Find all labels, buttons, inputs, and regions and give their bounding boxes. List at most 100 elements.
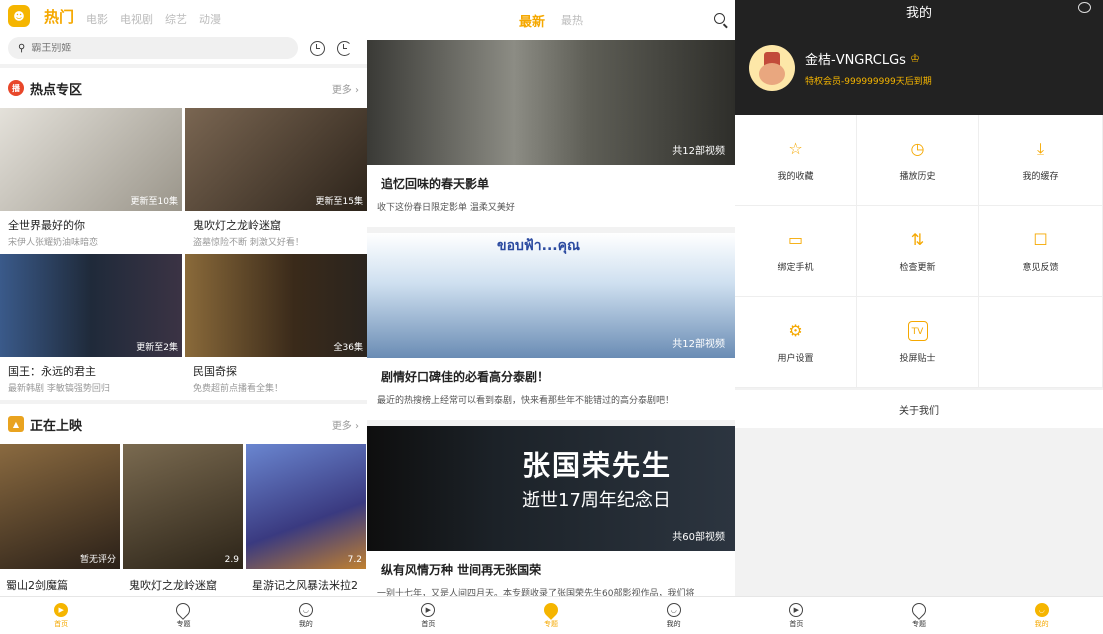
bottom-nav: ▶ 首页 专题 ◡ 我的	[735, 596, 1103, 634]
banner-subline: 逝世17周年纪念日	[522, 490, 671, 511]
about-us-label: 关于我们	[899, 405, 939, 417]
feedback-icon: ☐	[1033, 229, 1048, 249]
banner-text: ขอบฟ้า...คุณ	[497, 238, 580, 254]
more-link[interactable]: 更多 ›	[332, 81, 359, 96]
tab-latest[interactable]: 最新	[519, 11, 545, 30]
movie-card[interactable]: 暂无评分 蜀山2剑魔篇	[0, 444, 120, 593]
nav-home[interactable]: ▶ 首页	[756, 602, 836, 629]
video-thumbnail[interactable]: 更新至2集	[0, 254, 182, 357]
menu-check-update[interactable]: ⇅ 检查更新	[857, 206, 979, 297]
video-thumbnail[interactable]: 全36集	[185, 254, 367, 357]
flame-icon	[909, 599, 929, 620]
section-title: 热点专区	[30, 82, 83, 98]
about-us-button[interactable]: 关于我们	[735, 390, 1103, 428]
movie-poster[interactable]: 暂无评分	[0, 444, 120, 569]
avatar[interactable]	[749, 45, 795, 91]
nav-label: 我的	[666, 619, 681, 628]
movie-title: 星游记之风暴法米拉2	[252, 579, 358, 592]
nav-topics[interactable]: 专题	[511, 599, 591, 629]
tv-icon: TV	[907, 320, 928, 341]
search-bar[interactable]: ⚲	[8, 37, 298, 59]
video-thumbnail[interactable]: 更新至15集	[185, 108, 367, 211]
message-icon[interactable]	[1078, 2, 1091, 13]
topic-banner[interactable]: ขอบฟ้า...คุณ 共12部视频	[367, 233, 735, 358]
menu-bind-phone[interactable]: ▭ 绑定手机	[735, 206, 857, 297]
movie-title: 鬼吹灯之龙岭迷窟	[129, 579, 217, 592]
topic-title: 纵有风情万种 世间再无张国荣	[381, 563, 542, 577]
topic-card[interactable]: 张国荣先生 逝世17周年纪念日 共60部视频 纵有风情万种 世间再无张国荣 一别…	[367, 426, 735, 613]
play-icon: ▶	[789, 602, 804, 617]
menu-empty-cell	[979, 297, 1103, 388]
section-title: 正在上映	[30, 418, 83, 434]
movie-card[interactable]: 2.9 鬼吹灯之龙岭迷窟	[123, 444, 243, 593]
topic-banner[interactable]: 张国荣先生 逝世17周年纪念日 共60部视频	[367, 426, 735, 551]
search-icon[interactable]	[714, 13, 725, 24]
nav-topics[interactable]: 专题	[879, 599, 959, 629]
tab-tv[interactable]: 电视剧	[120, 11, 153, 27]
tab-variety[interactable]: 综艺	[165, 11, 187, 27]
nav-topics[interactable]: 专题	[143, 599, 223, 629]
smile-icon: ◡	[1034, 602, 1049, 617]
topic-card[interactable]: 共12部视频 追忆回味的春天影单 收下这份春日限定影单 温柔又美好	[367, 40, 735, 227]
score-badge: 暂无评分	[79, 555, 116, 565]
video-subtitle: 最新韩剧 李敏镐强势回归	[8, 384, 110, 394]
clock-icon: ◷	[910, 138, 925, 158]
video-count: 共12部视频	[672, 339, 725, 350]
smile-icon: ◡	[298, 602, 313, 617]
movie-poster[interactable]: 7.2	[246, 444, 366, 569]
tab-anime[interactable]: 动漫	[199, 11, 221, 27]
video-thumbnail[interactable]: 更新至10集	[0, 108, 182, 211]
tab-movie[interactable]: 电影	[86, 11, 108, 27]
video-card[interactable]: 更新至2集 国王：永远的君主 最新韩剧 李敏镐强势回归	[0, 254, 182, 394]
movie-card[interactable]: 7.2 星游记之风暴法米拉2	[246, 444, 366, 593]
smile-icon: ◡	[666, 602, 681, 617]
episode-badge: 更新至2集	[136, 343, 178, 353]
nav-home[interactable]: ▶ 首页	[388, 602, 468, 629]
topic-title: 追忆回味的春天影单	[381, 177, 490, 191]
video-card[interactable]: 全36集 民国奇探 免费超前点播看全集！	[185, 254, 367, 394]
more-link[interactable]: 更多 ›	[332, 417, 359, 432]
topic-banner[interactable]: 共12部视频	[367, 40, 735, 165]
update-icon: ⇅	[910, 229, 925, 249]
menu-settings[interactable]: ⚙ 用户设置	[735, 297, 857, 388]
flame-icon	[173, 599, 194, 620]
nav-label: 专题	[543, 619, 558, 628]
page-title: 我的	[905, 6, 932, 21]
topics-header: 最新 最热	[367, 0, 735, 40]
movie-poster[interactable]: 2.9	[123, 444, 243, 569]
menu-history[interactable]: ◷ 播放历史	[857, 115, 979, 206]
play-icon: ▶	[54, 602, 69, 617]
clock-icon[interactable]	[310, 40, 325, 56]
video-subtitle: 宋伊人张耀奶油味暗恋	[8, 238, 99, 248]
topic-card[interactable]: ขอบฟ้า...คุณ 共12部视频 剧情好口碑佳的必看高分泰剧！ 最近的热搜…	[367, 233, 735, 420]
nav-label: 我的	[298, 619, 313, 628]
nav-label: 专题	[176, 619, 191, 628]
nav-mine[interactable]: ◡ 我的	[1002, 602, 1082, 629]
profile-header: 我的 金桔-VNGRCLGs ♔ 特权会员-999999999天后到期	[735, 0, 1103, 115]
video-card[interactable]: 更新至10集 全世界最好的你 宋伊人张耀奶油味暗恋	[0, 108, 182, 248]
home-header: ☻ 热门 电影 电视剧 综艺 动漫	[0, 0, 367, 32]
vip-status: 特权会员-999999999天后到期	[805, 77, 932, 87]
nav-mine[interactable]: ◡ 我的	[634, 602, 714, 629]
menu-label: 播放历史	[899, 171, 936, 182]
menu-label: 用户设置	[777, 353, 814, 364]
menu-cast-tips[interactable]: TV 投屏贴士	[857, 297, 979, 388]
menu-feedback[interactable]: ☐ 意见反馈	[979, 206, 1103, 297]
menu-favorites[interactable]: ☆ 我的收藏	[735, 115, 857, 206]
episode-badge: 更新至10集	[130, 197, 178, 207]
history-icon[interactable]	[337, 40, 352, 56]
search-input[interactable]	[31, 42, 272, 54]
profile-block[interactable]: 金桔-VNGRCLGs ♔ 特权会员-999999999天后到期	[749, 45, 932, 91]
category-tabs: 热门 电影 电视剧 综艺 动漫	[44, 6, 221, 27]
nav-home[interactable]: ▶ 首页	[21, 602, 101, 629]
menu-downloads[interactable]: ⤓ 我的缓存	[979, 115, 1103, 206]
nav-mine[interactable]: ◡ 我的	[266, 602, 346, 629]
flame-icon	[541, 599, 561, 620]
tab-hot[interactable]: 热门	[44, 6, 74, 27]
video-card[interactable]: 更新至15集 鬼吹灯之龙岭迷窟 盗墓惊险不断 刺激又好看！	[185, 108, 367, 248]
menu-label: 我的收藏	[777, 171, 814, 182]
now-grid: 暂无评分 蜀山2剑魔篇 2.9 鬼吹灯之龙岭迷窟 7.2 星游记之风暴法米拉2	[0, 444, 367, 593]
tab-hottest[interactable]: 最热	[561, 12, 583, 28]
topic-description: 收下这份春日限定影单 温柔又美好	[377, 203, 515, 213]
menu-label: 投屏贴士	[899, 353, 936, 364]
